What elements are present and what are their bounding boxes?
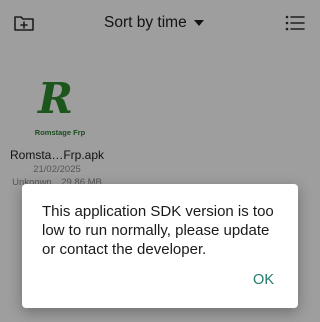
- error-dialog: This application SDK version is too low …: [22, 184, 298, 308]
- ok-button[interactable]: OK: [249, 270, 278, 290]
- dialog-message: This application SDK version is too low …: [42, 203, 274, 258]
